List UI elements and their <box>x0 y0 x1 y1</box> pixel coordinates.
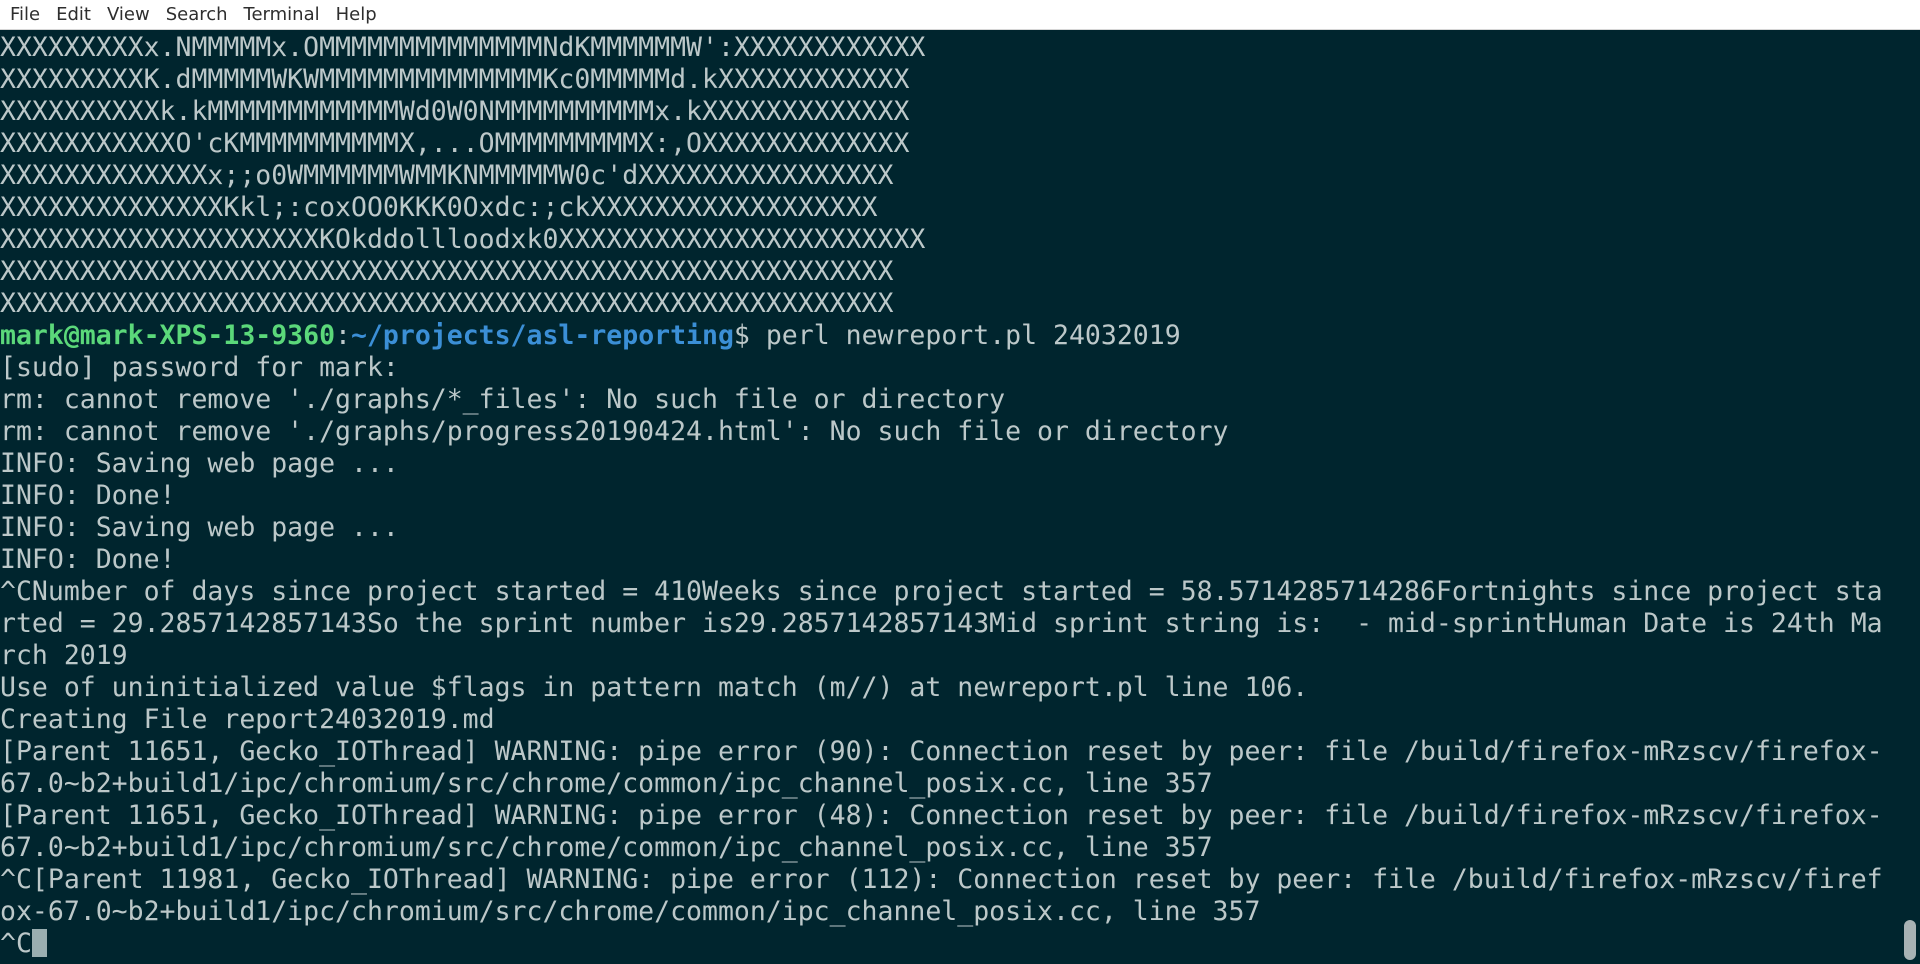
output-line: INFO: Saving web page ... <box>0 512 399 543</box>
banner-line: XXXXXXXXXK.dMMMMMWKWMMMMMMMMMMMMMMKc0MMM… <box>0 64 910 95</box>
terminal-output: XXXXXXXXXx.NMMMMMx.OMMMMMMMMMMMMMMNdKMMM… <box>0 32 1888 960</box>
output-line: [Parent 11651, Gecko_IOThread] WARNING: … <box>0 736 1883 767</box>
banner-line: XXXXXXXXXXXXXXKkl;:coxOO0KKK0Oxdc:;ckXXX… <box>0 192 878 223</box>
output-line: ^CNumber of days since project started =… <box>0 576 1883 607</box>
output-line: [Parent 11651, Gecko_IOThread] WARNING: … <box>0 800 1883 831</box>
banner-line: XXXXXXXXXXXXXx;;o0WMMMMMMWMMKNMMMMMW0c'd… <box>0 160 894 191</box>
banner-line: XXXXXXXXXXk.kMMMMMMMMMMMMWd0W0NMMMMMMMMM… <box>0 96 910 127</box>
scrollbar[interactable] <box>1900 30 1920 964</box>
prompt-symbol: $ <box>733 320 750 351</box>
input-line[interactable]: ^C <box>0 928 1888 960</box>
output-line: rm: cannot remove './graphs/progress2019… <box>0 416 1229 447</box>
menu-search[interactable]: Search <box>158 0 236 30</box>
output-line: [sudo] password for mark: <box>0 352 399 383</box>
output-line: ^C[Parent 11981, Gecko_IOThread] WARNING… <box>0 864 1883 895</box>
banner-line: XXXXXXXXXXXXXXXXXXXXXXXXXXXXXXXXXXXXXXXX… <box>0 256 894 287</box>
output-line: INFO: Done! <box>0 544 176 575</box>
output-line: rted = 29.2857142857143So the sprint num… <box>0 608 1883 639</box>
output-line: 67.0~b2+build1/ipc/chromium/src/chrome/c… <box>0 768 1213 799</box>
output-line: 67.0~b2+build1/ipc/chromium/src/chrome/c… <box>0 832 1213 863</box>
current-input: ^C <box>0 928 32 959</box>
output-line: INFO: Done! <box>0 480 176 511</box>
output-line: INFO: Saving web page ... <box>0 448 399 479</box>
menu-bar: File Edit View Search Terminal Help <box>0 0 1920 30</box>
menu-edit[interactable]: Edit <box>48 0 99 30</box>
scrollbar-thumb[interactable] <box>1904 920 1916 960</box>
banner-line: XXXXXXXXXXXXXXXXXXXXXXXXXXXXXXXXXXXXXXXX… <box>0 288 894 319</box>
menu-help[interactable]: Help <box>328 0 385 30</box>
prompt-colon: : <box>335 320 352 351</box>
terminal-area[interactable]: XXXXXXXXXx.NMMMMMx.OMMMMMMMMMMMMMMNdKMMM… <box>0 30 1900 964</box>
prompt-line: mark@mark-XPS-13-9360:~/projects/asl-rep… <box>0 320 1888 352</box>
output-line: rch 2019 <box>0 640 128 671</box>
banner-line: XXXXXXXXXXXXXXXXXXXXKOkddollloodxk0XXXXX… <box>0 224 926 255</box>
prompt-path: ~/projects/asl-reporting <box>351 320 734 351</box>
banner-line: XXXXXXXXXXXO'cKMMMMMMMMMMX,...OMMMMMMMMM… <box>0 128 910 159</box>
output-line: ox-67.0~b2+build1/ipc/chromium/src/chrom… <box>0 896 1261 927</box>
output-line: Creating File report24032019.md <box>0 704 495 735</box>
output-line: rm: cannot remove './graphs/*_files': No… <box>0 384 1006 415</box>
text-cursor <box>31 929 47 957</box>
prompt-user: mark@mark-XPS-13-9360 <box>0 320 336 351</box>
menu-terminal[interactable]: Terminal <box>236 0 328 30</box>
output-line: Use of uninitialized value $flags in pat… <box>0 672 1309 703</box>
menu-view[interactable]: View <box>99 0 158 30</box>
banner-line: XXXXXXXXXx.NMMMMMx.OMMMMMMMMMMMMMMNdKMMM… <box>0 32 926 63</box>
menu-file[interactable]: File <box>2 0 48 30</box>
prompt-command: perl newreport.pl 24032019 <box>749 320 1181 351</box>
